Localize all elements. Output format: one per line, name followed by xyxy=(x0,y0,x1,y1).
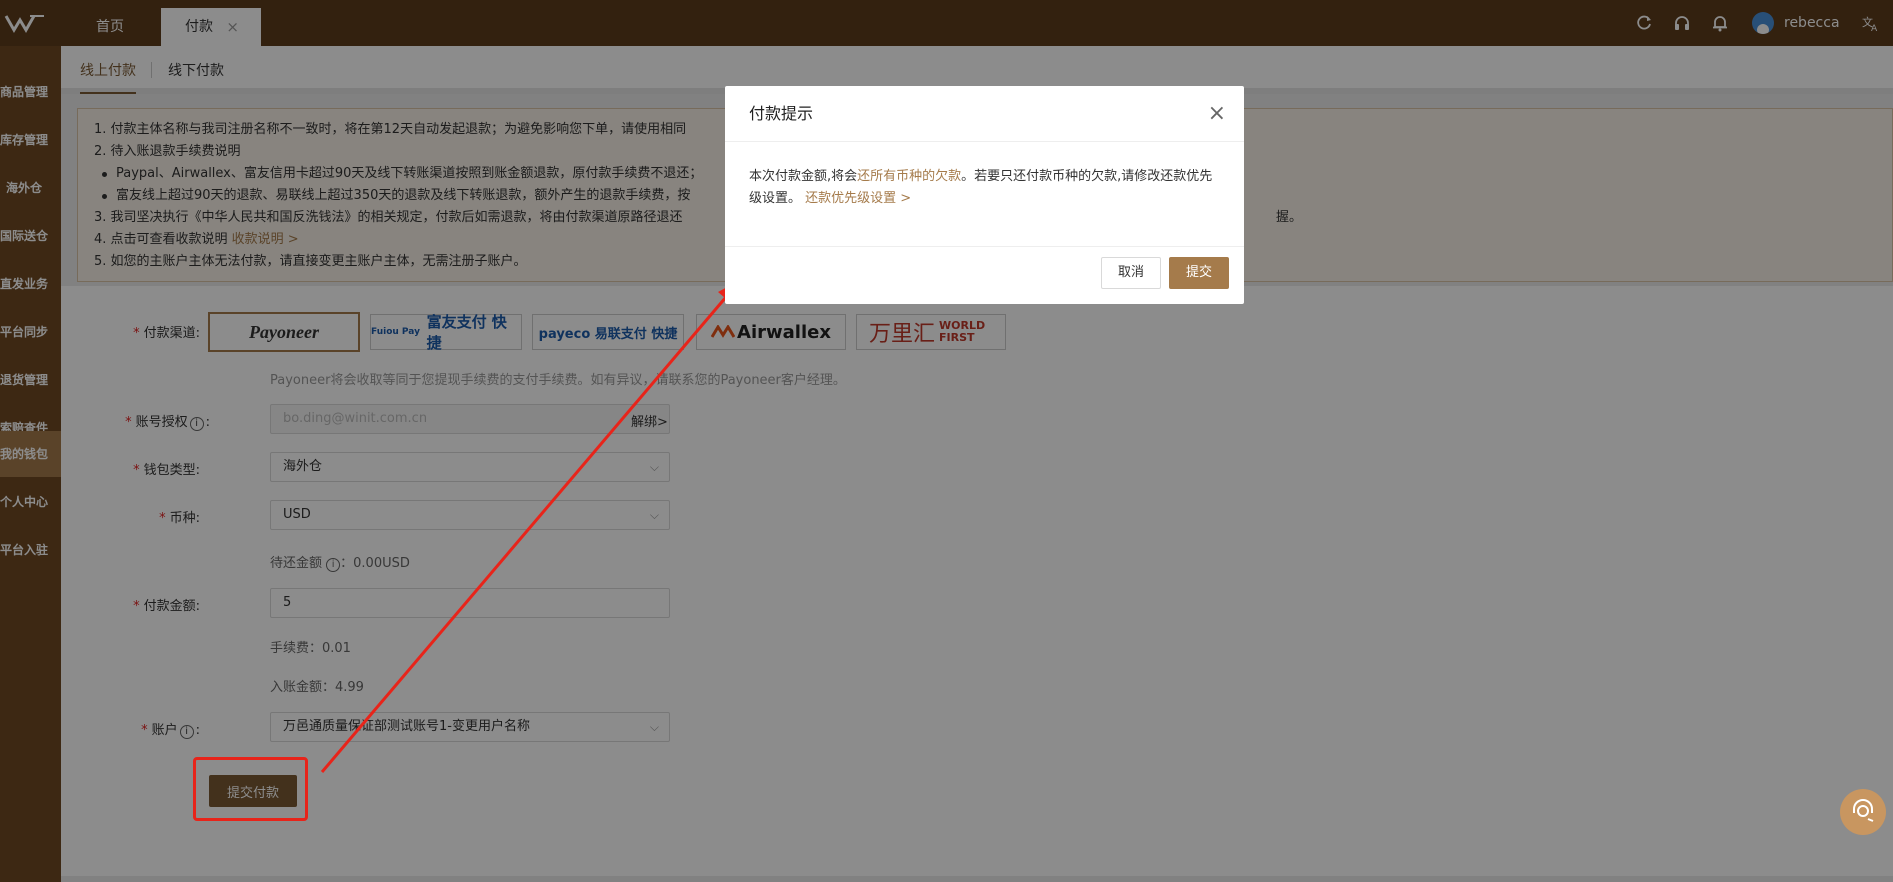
dialog-header: 付款提示 × xyxy=(725,86,1244,142)
dialog-body: 本次付款金额,将会还所有币种的欠款。若要只还付款币种的欠款,请修改还款优先级设置… xyxy=(749,169,1213,206)
cancel-button[interactable]: 取消 xyxy=(1101,257,1161,289)
dialog-title: 付款提示 xyxy=(749,104,814,123)
annotation-highlight-box xyxy=(193,757,308,821)
repayment-priority-link[interactable]: 还款优先级设置 > xyxy=(805,191,911,206)
highlight-text: 还所有币种的欠款 xyxy=(857,169,962,184)
payment-tip-dialog: 付款提示 × 本次付款金额,将会还所有币种的欠款。若要只还付款币种的欠款,请修改… xyxy=(725,86,1244,304)
close-icon[interactable]: × xyxy=(1208,86,1226,142)
dialog-footer: 取消 提交 xyxy=(725,246,1244,304)
customer-service-icon[interactable] xyxy=(1840,789,1886,835)
confirm-submit-button[interactable]: 提交 xyxy=(1169,257,1229,289)
